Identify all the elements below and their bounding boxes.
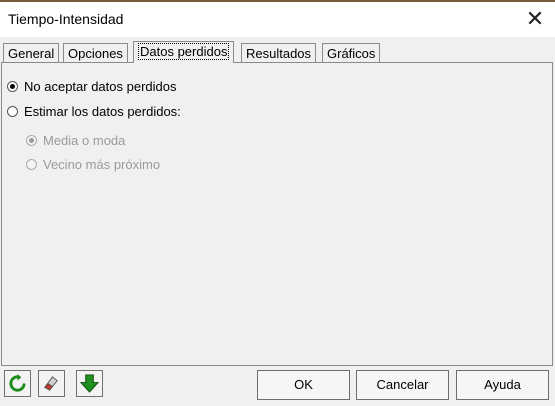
nearest-label: Vecino más próximo [43, 157, 161, 172]
radio-checked-icon[interactable] [7, 81, 18, 92]
tab-datos-perdidos[interactable]: Datos perdidos [133, 41, 235, 63]
tab-bar: General Opciones Datos perdidos Resultad… [0, 41, 555, 63]
refresh-icon [9, 374, 26, 392]
tab-resultados[interactable]: Resultados [241, 43, 317, 62]
button-bar: OK Cancelar Ayuda [0, 366, 555, 406]
tab-label: Gráficos [327, 46, 376, 61]
clear-button[interactable] [38, 370, 65, 397]
estimate-option[interactable]: Estimar los datos perdidos: [7, 104, 181, 120]
estimate-label: Estimar los datos perdidos: [24, 104, 181, 119]
tab-general[interactable]: General [3, 43, 60, 62]
down-arrow-icon [80, 374, 99, 393]
tab-label: Resultados [246, 46, 312, 61]
close-icon[interactable]: ✕ [520, 6, 550, 34]
cancel-button[interactable]: Cancelar [356, 370, 449, 400]
nearest-option: Vecino más próximo [26, 157, 160, 173]
no-accept-option[interactable]: No aceptar datos perdidos [7, 79, 176, 95]
mean-mode-label: Media o moda [43, 133, 126, 148]
radio-unchecked-icon[interactable] [7, 106, 18, 117]
tab-panel: No aceptar datos perdidos Estimar los da… [1, 62, 553, 366]
tab-label: Opciones [68, 46, 123, 61]
help-button[interactable]: Ayuda [456, 370, 549, 400]
radio-checked-icon [26, 135, 37, 146]
tab-graficos[interactable]: Gráficos [322, 43, 381, 62]
tab-opciones[interactable]: Opciones [63, 43, 128, 62]
refresh-button[interactable] [4, 370, 31, 397]
radio-unchecked-icon [26, 159, 37, 170]
ok-button[interactable]: OK [257, 370, 350, 400]
mean-mode-option: Media o moda [26, 133, 125, 149]
tab-label: Datos perdidos [138, 43, 230, 60]
move-down-button[interactable] [76, 370, 103, 397]
window-title: Tiempo-Intensidad [8, 11, 124, 27]
eraser-icon [44, 376, 58, 391]
title-bar: Tiempo-Intensidad ✕ [0, 2, 555, 37]
tab-label: General [8, 46, 55, 61]
no-accept-label: No aceptar datos perdidos [24, 79, 177, 94]
